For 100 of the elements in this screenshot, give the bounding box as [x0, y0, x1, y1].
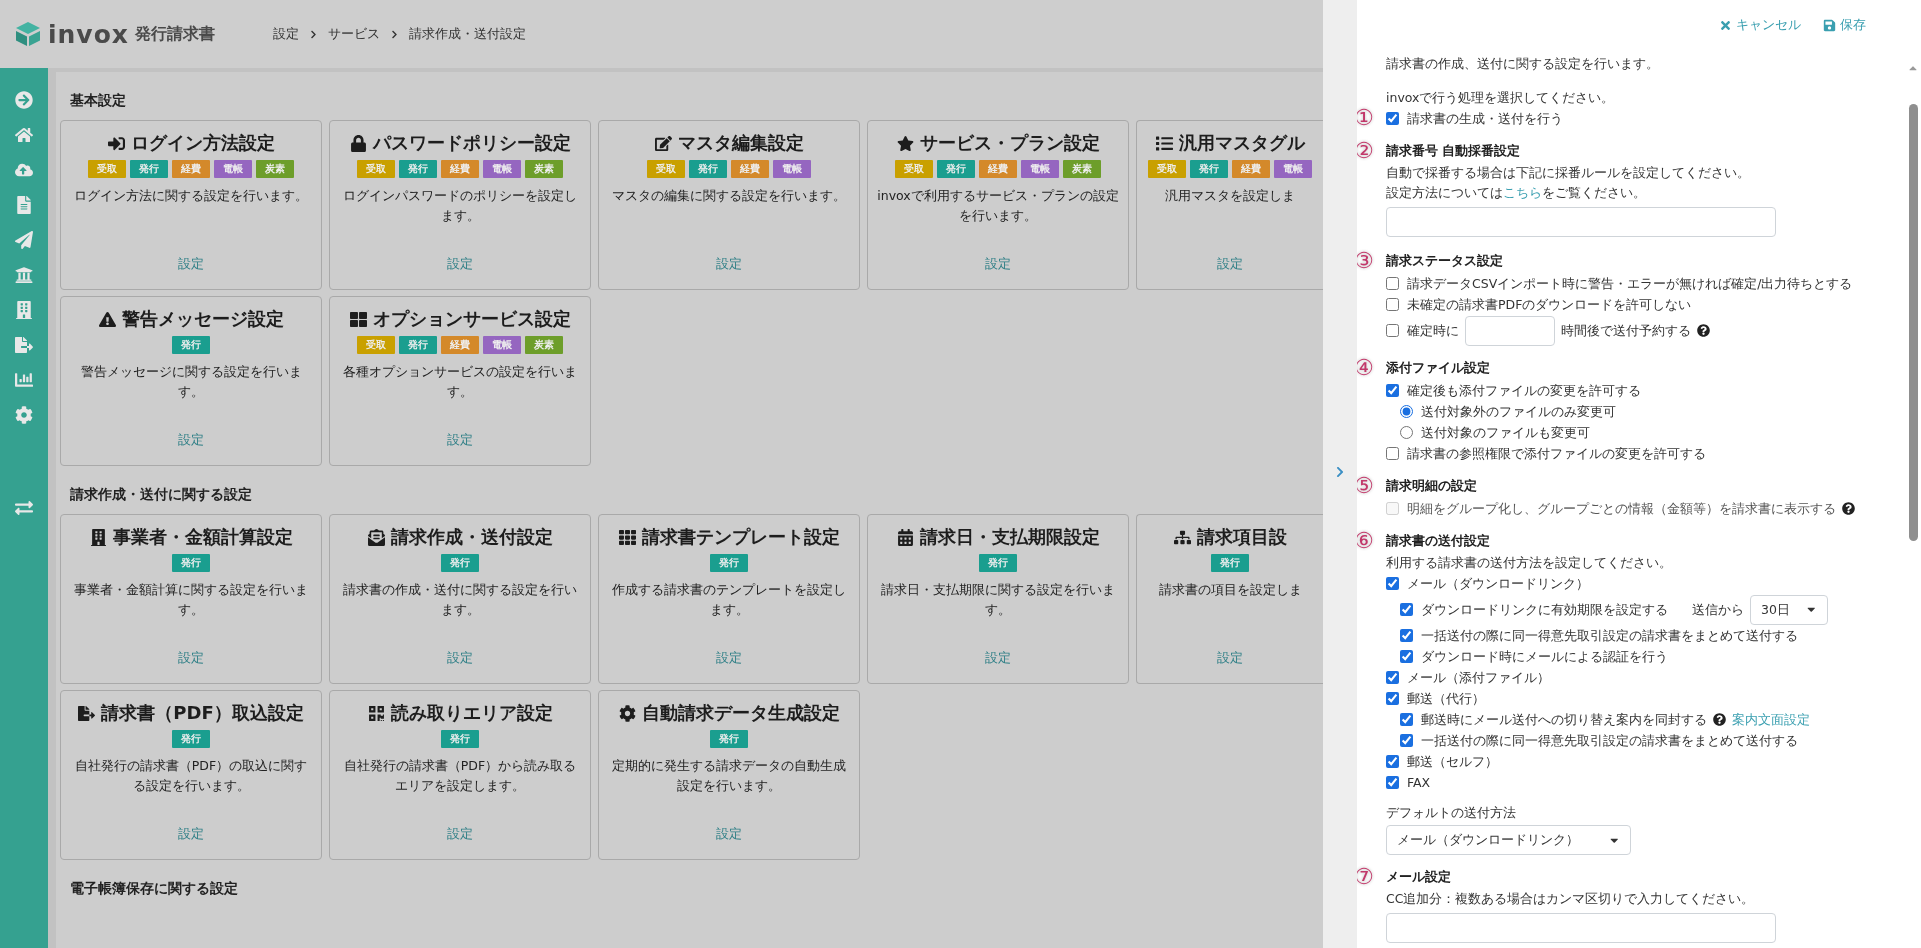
settings-link[interactable]: 設定	[447, 650, 473, 667]
card-description: マスタの編集に関する設定を行います。	[612, 187, 846, 205]
checkbox[interactable]	[1386, 755, 1399, 768]
checkbox[interactable]	[1386, 277, 1399, 290]
radio-button[interactable]	[1400, 405, 1413, 418]
settings-link[interactable]: 設定	[716, 650, 742, 667]
settings-link[interactable]: 設定	[178, 432, 204, 449]
checkbox[interactable]	[1400, 650, 1413, 663]
instruction-text: 自動で採番する場合は下記に採番ルールを設定してください。	[1386, 164, 1751, 182]
help-link[interactable]: こちら	[1503, 185, 1542, 200]
settings-link[interactable]: 設定	[1217, 650, 1243, 667]
card-title-text: 請求書テンプレート設定	[641, 525, 840, 549]
card-description: 汎用マスタを設定しま	[1165, 187, 1295, 205]
checkbox[interactable]	[1386, 692, 1399, 705]
section-heading: 請求作成・送付に関する設定	[69, 485, 253, 504]
service-tag: 発行	[441, 554, 479, 572]
checkbox-label: 時間後で送付予約する	[1561, 321, 1691, 340]
product-name: 発行請求書	[134, 23, 215, 45]
checkbox[interactable]	[1386, 112, 1399, 125]
section-heading: 基本設定	[69, 91, 127, 110]
settings-link[interactable]: 案内文面設定	[1732, 709, 1810, 730]
card-description: 自社発行の請求書（PDF）から読み取るエリアを設定します。	[342, 757, 578, 795]
chevron-right-icon[interactable]	[1334, 466, 1346, 478]
settings-link[interactable]: 設定	[447, 432, 473, 449]
hours-input[interactable]	[1465, 315, 1555, 346]
service-tag: 受取	[1148, 160, 1186, 178]
settings-link[interactable]: 設定	[985, 650, 1011, 667]
checkbox-label: メール（ダウンロードリンク）	[1407, 574, 1589, 593]
service-tag: 発行	[399, 336, 437, 354]
help-icon[interactable]	[1713, 713, 1726, 726]
input-field[interactable]	[1386, 207, 1776, 237]
settings-link[interactable]: 設定	[178, 650, 204, 667]
checkbox-label: 確定時に	[1407, 321, 1459, 340]
checkbox-label: 一括送付の際に同一得意先取引設定の請求書をまとめて送付する	[1421, 626, 1798, 645]
service-tag: 電帳	[1021, 160, 1059, 178]
select-field[interactable]: 30日	[1750, 594, 1828, 625]
checkbox-label: 郵送時にメール送付への切り替え案内を同封する	[1421, 710, 1707, 729]
card-title-text: マスタ編集設定	[677, 131, 804, 155]
template-grid-icon	[618, 528, 636, 546]
card-title-text: 読み取りエリア設定	[390, 701, 553, 725]
cancel-button[interactable]: キャンセル	[1719, 16, 1801, 34]
service-tag: 発行	[441, 730, 479, 748]
logo-text: invox	[48, 19, 129, 49]
service-tag: 発行	[399, 160, 437, 178]
sign-in-icon	[107, 134, 125, 152]
service-tag: 電帳	[773, 160, 811, 178]
service-tag: 受取	[647, 160, 685, 178]
help-icon[interactable]	[1697, 324, 1710, 337]
checkbox[interactable]	[1400, 713, 1413, 726]
settings-link[interactable]: 設定	[178, 256, 204, 273]
service-tag: 経費	[172, 160, 210, 178]
gear-icon	[618, 704, 636, 722]
checkbox[interactable]	[1386, 577, 1399, 590]
list-icon	[1155, 134, 1173, 152]
section-title: 添付ファイル設定	[1386, 359, 1491, 377]
card-description: 各種オプションサービスの設定を行います。	[342, 363, 578, 401]
settings-link[interactable]: 設定	[447, 256, 473, 273]
instruction-text: 利用する請求書の送付方法を設定してください。	[1386, 554, 1673, 572]
settings-link[interactable]: 設定	[1217, 256, 1243, 273]
section-title: 請求番号 自動採番設定	[1386, 142, 1522, 160]
service-tag: 発行	[689, 160, 727, 178]
radio-button[interactable]	[1400, 426, 1413, 439]
service-tag: 経費	[441, 336, 479, 354]
service-tag: 受取	[357, 336, 395, 354]
checkbox[interactable]	[1386, 447, 1399, 460]
settings-link[interactable]: 設定	[447, 826, 473, 843]
checkbox[interactable]	[1386, 671, 1399, 684]
card-title-text: 請求日・支払期限設定	[919, 525, 1100, 549]
settings-link[interactable]: 設定	[716, 826, 742, 843]
service-tag: 経費	[979, 160, 1017, 178]
checkbox[interactable]	[1386, 298, 1399, 311]
service-tag: 電帳	[214, 160, 252, 178]
card-description: ログイン方法に関する設定を行います。	[74, 187, 308, 205]
settings-link[interactable]: 設定	[716, 256, 742, 273]
save-button[interactable]: 保存	[1823, 16, 1866, 34]
warning-icon	[98, 310, 116, 328]
checkbox[interactable]	[1386, 384, 1399, 397]
service-tag: 炭素	[525, 160, 563, 178]
card-description: invoxで利用するサービス・プランの設定を行います。	[876, 187, 1120, 225]
breadcrumb-item[interactable]: 設定	[273, 25, 299, 43]
card-description: 作成する請求書のテンプレートを設定します。	[611, 581, 847, 619]
field-label: 送信から	[1692, 600, 1744, 619]
field-label: デフォルトの送付方法	[1386, 804, 1517, 822]
settings-link[interactable]: 設定	[985, 256, 1011, 273]
checkbox[interactable]	[1400, 734, 1413, 747]
service-tag: 発行	[130, 160, 168, 178]
card-title-text: 自動請求データ生成設定	[641, 701, 840, 725]
breadcrumb-item[interactable]: サービス	[328, 25, 380, 43]
checkbox[interactable]	[1386, 324, 1399, 337]
service-tag: 発行	[172, 554, 210, 572]
card-title-text: ログイン方法設定	[130, 131, 275, 155]
input-field[interactable]	[1386, 913, 1776, 943]
settings-link[interactable]: 設定	[178, 826, 204, 843]
checkbox-label: メール（添付ファイル）	[1407, 668, 1550, 687]
instruction-text: 設定方法についてはこちら をご覧ください。	[1386, 184, 1647, 202]
select-field[interactable]: メール（ダウンロードリンク）	[1386, 825, 1631, 855]
checkbox[interactable]	[1386, 776, 1399, 789]
checkbox[interactable]	[1400, 629, 1413, 642]
service-tag: 発行	[710, 730, 748, 748]
checkbox[interactable]	[1400, 603, 1413, 616]
